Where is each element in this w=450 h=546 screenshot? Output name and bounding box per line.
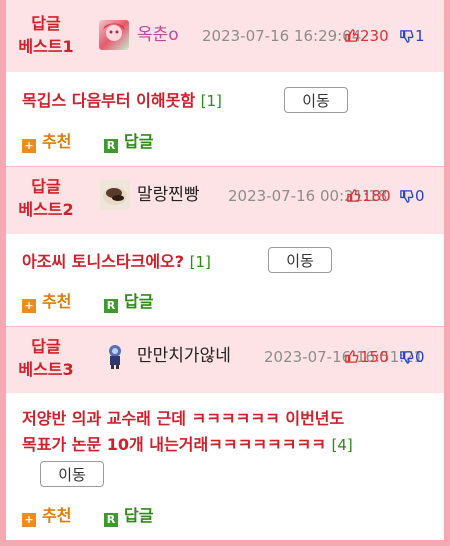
avatar[interactable] (100, 341, 130, 371)
best-reply-3: 답글 베스트3 만만치가않네 2023-07-16 16:51:21 150 0 … (6, 327, 444, 540)
plus-icon: + (22, 299, 36, 313)
nickname[interactable]: 옥춘o (137, 24, 179, 46)
recommend-button[interactable]: + 추천 (22, 292, 71, 313)
thumbs-up-icon (346, 187, 362, 209)
thumbs-down-icon (399, 349, 415, 371)
reply-r-icon: R (104, 139, 118, 153)
downvote-count[interactable]: 1 (399, 25, 425, 50)
reply-text: 목깁스 다음부터 이해못함 [1] (22, 91, 222, 110)
upvote-count[interactable]: 230 (344, 25, 389, 49)
reply-count: [1] (200, 92, 222, 110)
recommend-button[interactable]: + 추천 (22, 132, 71, 153)
reply-button[interactable]: R 답글 (104, 292, 153, 313)
reply-header: 답글 베스트2 말랑찐빵 2023-07-16 00:21:18 180 0 (6, 167, 444, 234)
nickname[interactable]: 말랑찐빵 (137, 184, 200, 206)
move-button[interactable]: 이동 (40, 461, 104, 487)
upvote-count[interactable]: 150 (344, 346, 389, 370)
best-reply-1: 답글 베스트1 옥춘o 2023-07-16 16:29:04 230 1 목깁스… (6, 0, 444, 166)
upvote-count[interactable]: 180 (346, 185, 391, 209)
best-reply-2: 답글 베스트2 말랑찐빵 2023-07-16 00:21:18 180 0 아조… (6, 167, 444, 326)
thumbs-up-icon (344, 348, 360, 370)
reply-header: 답글 베스트1 옥춘o 2023-07-16 16:29:04 230 1 (6, 0, 444, 72)
reply-text: 아조씨 토니스타크에오? [1] (22, 252, 211, 271)
reply-count: [1] (189, 253, 211, 271)
reply-count: [4] (331, 436, 353, 454)
best-rank-label: 답글 베스트1 (18, 14, 74, 56)
best-replies-panel: 답글 베스트1 옥춘o 2023-07-16 16:29:04 230 1 목깁스… (6, 0, 444, 540)
plus-icon: + (22, 139, 36, 153)
timestamp: 2023-07-16 16:29:04 (202, 27, 362, 45)
downvote-count[interactable]: 0 (399, 185, 425, 210)
reply-r-icon: R (104, 299, 118, 313)
thumbs-up-icon (344, 27, 360, 49)
avatar[interactable] (99, 20, 129, 50)
thumbs-down-icon (399, 188, 415, 210)
plus-icon: + (22, 513, 36, 527)
downvote-count[interactable]: 0 (399, 346, 425, 371)
move-button[interactable]: 이동 (284, 87, 348, 113)
avatar[interactable] (100, 180, 130, 210)
reply-button[interactable]: R 답글 (104, 506, 153, 527)
reply-header: 답글 베스트3 만만치가않네 2023-07-16 16:51:21 150 0 (6, 327, 444, 393)
best-rank-label: 답글 베스트2 (18, 177, 74, 219)
reply-text: 저양반 의과 교수래 근데 ㅋㅋㅋㅋㅋㅋ 이번년도 목표가 논문 10개 내는거… (22, 409, 353, 454)
reply-button[interactable]: R 답글 (104, 132, 153, 153)
move-button[interactable]: 이동 (268, 247, 332, 273)
thumbs-down-icon (399, 28, 415, 50)
nickname[interactable]: 만만치가않네 (137, 345, 231, 367)
recommend-button[interactable]: + 추천 (22, 506, 71, 527)
best-rank-label: 답글 베스트3 (18, 337, 74, 379)
reply-r-icon: R (104, 513, 118, 527)
